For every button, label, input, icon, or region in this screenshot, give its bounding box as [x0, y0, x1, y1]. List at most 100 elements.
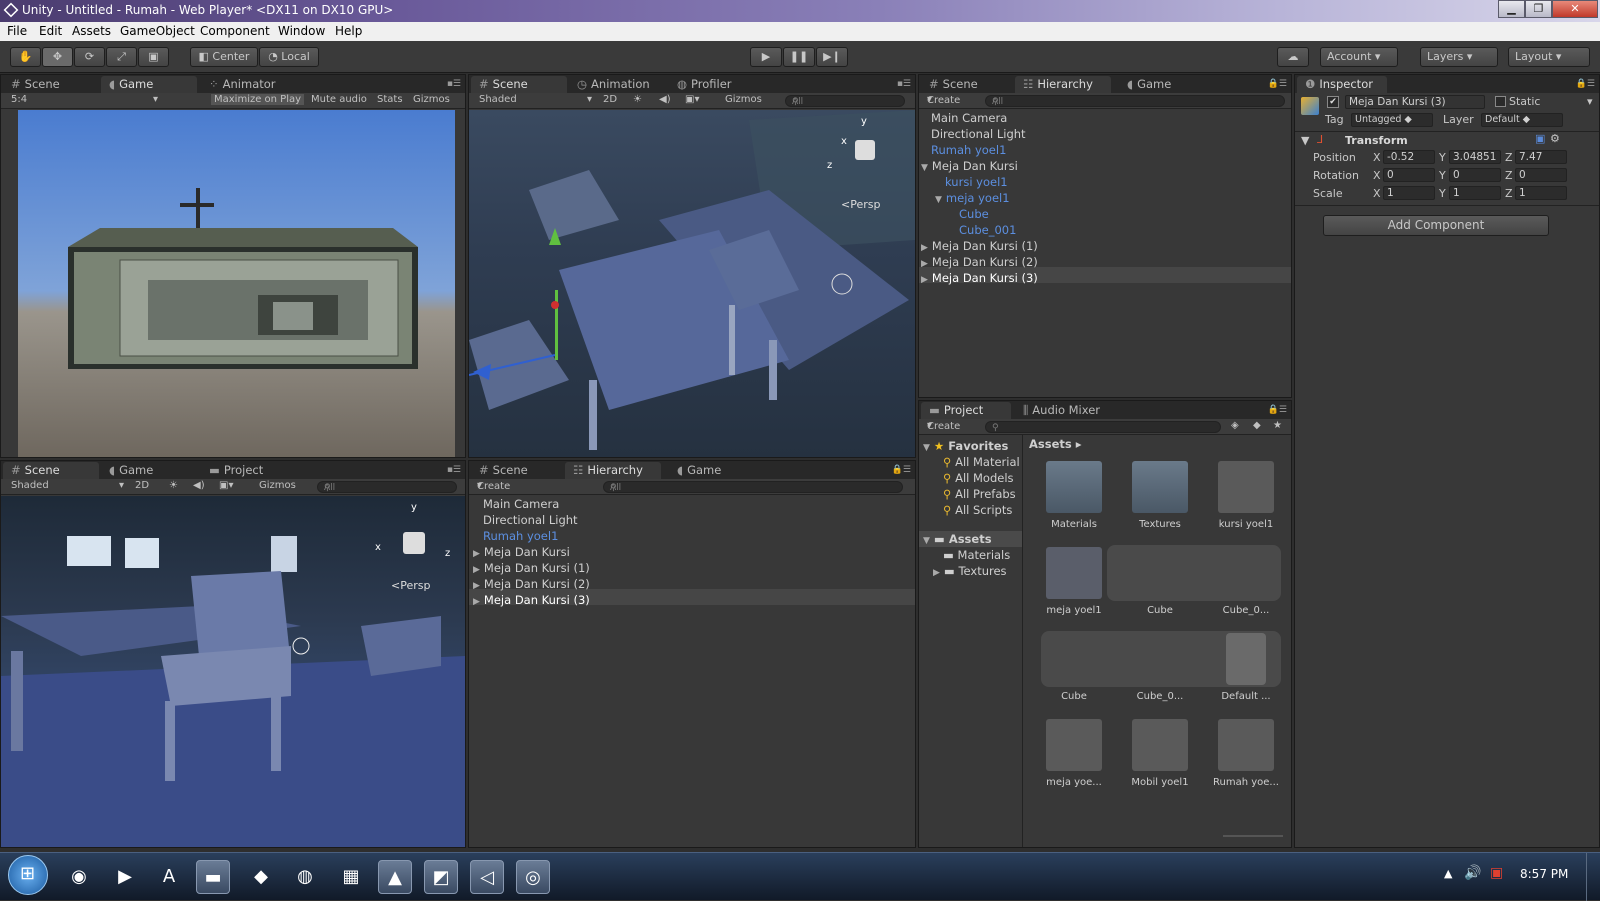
list-item[interactable]: ▶ Meja Dan Kursi (1) — [473, 561, 590, 575]
asset-item[interactable]: Cube_0... — [1211, 547, 1281, 616]
hand-tool-button[interactable]: ✋ — [10, 47, 41, 67]
tab-hierarchy[interactable]: ☷ Hierarchy — [1015, 76, 1111, 93]
asset-item[interactable]: kursi yoel1 — [1211, 461, 1281, 530]
expand-arrow-icon[interactable]: ▶ — [473, 581, 480, 591]
tab-game[interactable]: ◖ Game — [1119, 76, 1179, 93]
expand-arrow-icon[interactable]: ▼ — [923, 536, 930, 546]
fav-item[interactable]: ⚲ All Scripts — [943, 503, 1012, 517]
panel-menu-icon[interactable]: 🔒☰ — [1268, 405, 1287, 415]
panel-menu-icon[interactable]: ▪☰ — [447, 465, 461, 475]
rotation-z-field[interactable]: 0 — [1515, 168, 1567, 182]
zoom-slider[interactable] — [1223, 835, 1283, 837]
pause-button[interactable]: ❚❚ — [783, 47, 815, 67]
fav-item[interactable]: ⚲ All Prefabs — [943, 487, 1016, 501]
asset-item[interactable]: Textures — [1125, 461, 1195, 530]
scale-tool-button[interactable]: ⤢ — [106, 47, 137, 67]
game-view[interactable] — [18, 110, 455, 457]
asset-item[interactable]: Mobil yoel1 — [1125, 719, 1195, 788]
list-item[interactable]: Directional Light — [931, 127, 1026, 141]
start-button[interactable]: ⊞ — [8, 855, 48, 895]
hierarchy-search-input[interactable]: ⚲ All — [603, 481, 903, 493]
show-desktop-button[interactable] — [1586, 853, 1600, 901]
tab-game[interactable]: ◖ Game — [101, 462, 161, 479]
asset-item[interactable]: Cube_0... — [1125, 633, 1195, 702]
move-tool-button[interactable]: ✥ — [42, 47, 73, 67]
tab-profiler[interactable]: ◍ Profiler — [669, 76, 740, 93]
aspect-dropdown[interactable]: 5:4 — [11, 94, 27, 105]
step-button[interactable]: ▶❙ — [816, 47, 848, 67]
expand-arrow-icon[interactable]: ▼ — [921, 163, 928, 173]
rotation-y-field[interactable]: 0 — [1449, 168, 1501, 182]
taskbar-app-sketchup[interactable]: ◩ — [424, 860, 458, 894]
minimize-button[interactable]: ▁ — [1498, 0, 1525, 18]
favorites-header[interactable]: ▼ ★ Favorites — [923, 439, 1008, 453]
folder-item[interactable]: ▶ ▬ Textures — [933, 564, 1007, 578]
expand-arrow-icon[interactable]: ▼ — [935, 195, 942, 205]
filter-type-icon[interactable]: ◈ — [1231, 420, 1239, 431]
tab-inspector[interactable]: ❶ Inspector — [1297, 76, 1387, 93]
maximize-button[interactable]: ❐ — [1525, 0, 1552, 18]
layout-dropdown[interactable]: Layout ▾ — [1508, 47, 1590, 67]
scene-view-top[interactable]: y x z <Persp — [469, 110, 915, 457]
expand-arrow-icon[interactable]: ▶ — [473, 597, 480, 607]
lighting-toggle-icon[interactable]: ☀ — [169, 480, 178, 491]
shading-dropdown[interactable]: Shaded — [479, 94, 517, 105]
gizmos-dropdown[interactable]: Gizmos — [259, 480, 296, 491]
taskbar-app-webplayer[interactable]: ◎ — [516, 860, 550, 894]
create-dropdown[interactable]: Create ▾ — [477, 480, 510, 492]
list-item[interactable]: ▼ Meja Dan Kursi — [921, 159, 1018, 173]
effects-toggle-icon[interactable]: ▣▾ — [685, 94, 699, 105]
taskbar-app-unity[interactable]: ◁ — [470, 860, 504, 894]
expand-arrow-icon[interactable]: ▶ — [473, 565, 480, 575]
list-item[interactable]: ▶ Meja Dan Kursi (3) — [473, 593, 590, 607]
2d-toggle[interactable]: 2D — [135, 480, 149, 491]
menu-file[interactable]: File — [7, 24, 27, 38]
position-y-field[interactable]: 3.04851 — [1449, 150, 1501, 164]
asset-item[interactable]: Cube — [1125, 547, 1195, 616]
list-item[interactable]: ▶ Meja Dan Kursi (2) — [473, 577, 590, 591]
volume-icon[interactable]: 🔊 — [1464, 865, 1481, 881]
2d-toggle[interactable]: 2D — [603, 94, 617, 105]
list-item[interactable]: ▶ Meja Dan Kursi — [473, 545, 570, 559]
panel-menu-icon[interactable]: ▪☰ — [447, 79, 461, 89]
static-checkbox[interactable] — [1495, 96, 1506, 107]
audio-toggle-icon[interactable]: ◀) — [659, 94, 671, 105]
taskbar-app-explorer[interactable]: ▬ — [196, 860, 230, 894]
clock[interactable]: 8:57 PM — [1520, 867, 1568, 881]
list-item[interactable]: ▼ meja yoel1 — [935, 191, 1010, 205]
transform-header[interactable]: Transform — [1345, 134, 1408, 147]
list-item[interactable]: Main Camera — [483, 497, 559, 511]
asset-item[interactable]: Cube — [1039, 633, 1109, 702]
scale-z-field[interactable]: 1 — [1515, 186, 1567, 200]
layer-dropdown[interactable]: Default ◆ — [1481, 113, 1563, 127]
create-dropdown[interactable]: Create ▾ — [927, 94, 960, 106]
expand-arrow-icon[interactable]: ▼ — [923, 443, 930, 453]
list-item[interactable]: ▶ Meja Dan Kursi (2) — [921, 255, 1038, 269]
taskbar-app-clapper[interactable]: ▦ — [334, 860, 368, 894]
scale-y-field[interactable]: 1 — [1449, 186, 1501, 200]
cloud-button[interactable]: ☁ — [1277, 47, 1309, 67]
add-component-button[interactable]: Add Component — [1323, 215, 1549, 236]
account-dropdown[interactable]: Account ▾ — [1320, 47, 1398, 67]
menu-edit[interactable]: Edit — [39, 24, 62, 38]
list-item[interactable]: ▶ Meja Dan Kursi (3) — [921, 271, 1038, 285]
help-book-icon[interactable]: ▣ — [1535, 132, 1545, 145]
orientation-gizmo[interactable]: y x z — [373, 502, 453, 576]
assets-folder[interactable]: ▼ ▬ Assets — [923, 532, 992, 546]
asset-item[interactable]: Default ... — [1211, 633, 1281, 702]
persp-label[interactable]: <Persp — [391, 579, 430, 592]
asset-item[interactable]: Materials — [1039, 461, 1109, 530]
favorite-star-icon[interactable]: ★ — [1273, 420, 1282, 431]
effects-toggle-icon[interactable]: ▣▾ — [219, 480, 233, 491]
tab-game[interactable]: ◖ Game — [669, 462, 729, 479]
position-z-field[interactable]: 7.47 — [1515, 150, 1567, 164]
mute-audio-toggle[interactable]: Mute audio — [311, 94, 367, 105]
gizmos-dropdown[interactable]: Gizmos — [413, 94, 450, 105]
tab-audio-mixer[interactable]: ⫼ Audio Mixer — [1015, 402, 1108, 419]
tab-scene[interactable]: # Scene — [921, 76, 986, 93]
breadcrumb[interactable]: Assets ▸ — [1029, 437, 1082, 451]
taskbar-app-vlc[interactable]: ▲ — [378, 860, 412, 894]
tab-scene[interactable]: # Scene — [471, 462, 536, 479]
shading-dropdown[interactable]: Shaded — [11, 480, 49, 491]
taskbar-app-red[interactable]: ◆ — [244, 860, 278, 894]
